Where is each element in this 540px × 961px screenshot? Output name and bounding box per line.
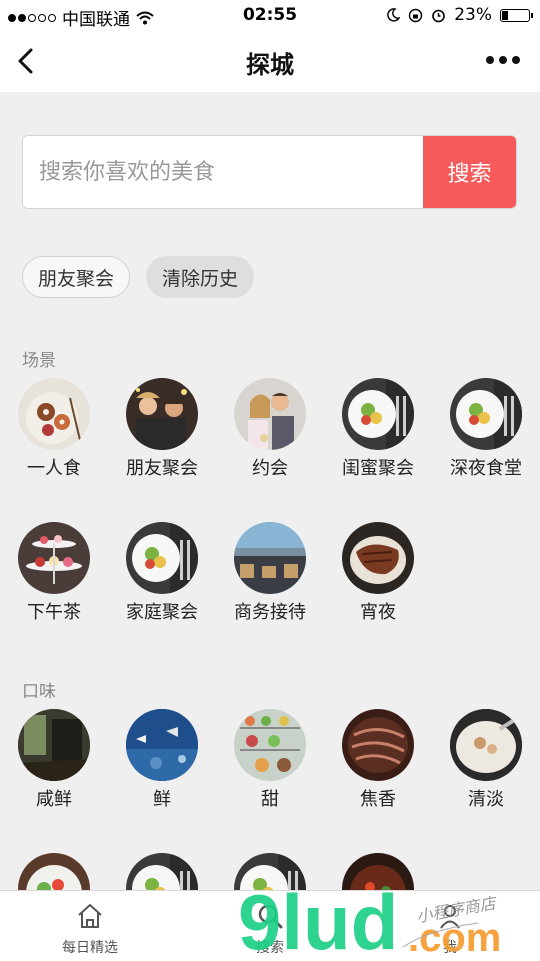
category-image (18, 709, 90, 781)
category-label: 朋友聚会 (126, 458, 198, 479)
category-label: 咸鲜 (36, 789, 72, 810)
tab-label: 我 (443, 940, 457, 956)
category-image (234, 378, 306, 450)
category-image (450, 709, 522, 781)
category-label: 鲜 (153, 789, 171, 810)
search-input[interactable] (23, 136, 425, 208)
alarm-icon (432, 9, 446, 22)
search-icon (258, 904, 283, 929)
category-item[interactable]: 深夜食堂 (432, 378, 540, 480)
category-item[interactable]: 朋友聚会 (108, 378, 216, 480)
tab-daily[interactable]: 每日精选 (0, 891, 180, 961)
category-item[interactable]: 咸鲜 (0, 709, 108, 811)
category-image (234, 709, 306, 781)
category-label: 甜 (261, 789, 279, 810)
category-item[interactable]: 焦香 (324, 709, 432, 811)
tab-label: 搜索 (256, 940, 284, 956)
search-button[interactable]: 搜索 (423, 136, 516, 208)
category-label: 清淡 (468, 789, 504, 810)
category-image (234, 522, 306, 594)
category-image (342, 522, 414, 594)
category-label: 家庭聚会 (126, 602, 198, 623)
category-item[interactable]: 甜 (216, 709, 324, 811)
user-icon (440, 905, 460, 929)
category-label: 商务接待 (234, 602, 306, 623)
tab-bar: 每日精选 搜索 我 (0, 890, 540, 961)
category-label: 约会 (252, 458, 288, 479)
history-chip[interactable]: 朋友聚会 (22, 256, 131, 298)
battery-percent: 23% (454, 5, 492, 25)
section-title-tastes: 口味 (22, 682, 56, 702)
tab-search[interactable]: 搜索 (180, 891, 360, 961)
tab-label: 每日精选 (62, 940, 118, 956)
category-item[interactable]: 闺蜜聚会 (324, 378, 432, 480)
home-icon (78, 904, 102, 928)
category-label: 宵夜 (360, 602, 396, 623)
category-item[interactable]: 商务接待 (216, 522, 324, 624)
category-item[interactable]: 一人食 (0, 378, 108, 480)
clear-history-button[interactable]: 清除历史 (146, 256, 255, 298)
category-label: 下午茶 (27, 602, 81, 623)
category-label: 焦香 (360, 789, 396, 810)
category-label: 闺蜜聚会 (342, 458, 414, 479)
status-bar: 中国联通 02:55 23% (0, 0, 540, 30)
category-label: 深夜食堂 (450, 458, 522, 479)
category-label: 一人食 (27, 458, 81, 479)
category-image (342, 709, 414, 781)
more-dots-icon[interactable] (486, 56, 520, 64)
category-image (18, 522, 90, 594)
tab-me[interactable]: 我 (360, 891, 540, 961)
category-image (450, 378, 522, 450)
category-item[interactable]: 鲜 (108, 709, 216, 811)
page-title: 探城 (246, 51, 294, 79)
category-image (126, 709, 198, 781)
category-image (126, 378, 198, 450)
moon-icon (387, 8, 401, 22)
category-item[interactable]: 宵夜 (324, 522, 432, 624)
category-item[interactable]: 下午茶 (0, 522, 108, 624)
search-box: 搜索 (22, 135, 517, 209)
category-image (342, 378, 414, 450)
battery-icon (500, 8, 533, 22)
category-item[interactable]: 家庭聚会 (108, 522, 216, 624)
category-image (126, 522, 198, 594)
category-item[interactable]: 清淡 (432, 709, 540, 811)
category-item[interactable]: 约会 (216, 378, 324, 480)
rotation-lock-icon (409, 8, 423, 22)
search-history: 朋友聚会 清除历史 (22, 256, 255, 298)
section-title-scenes: 场景 (22, 351, 56, 371)
navigation-bar: 探城 (0, 30, 540, 92)
category-image (18, 378, 90, 450)
